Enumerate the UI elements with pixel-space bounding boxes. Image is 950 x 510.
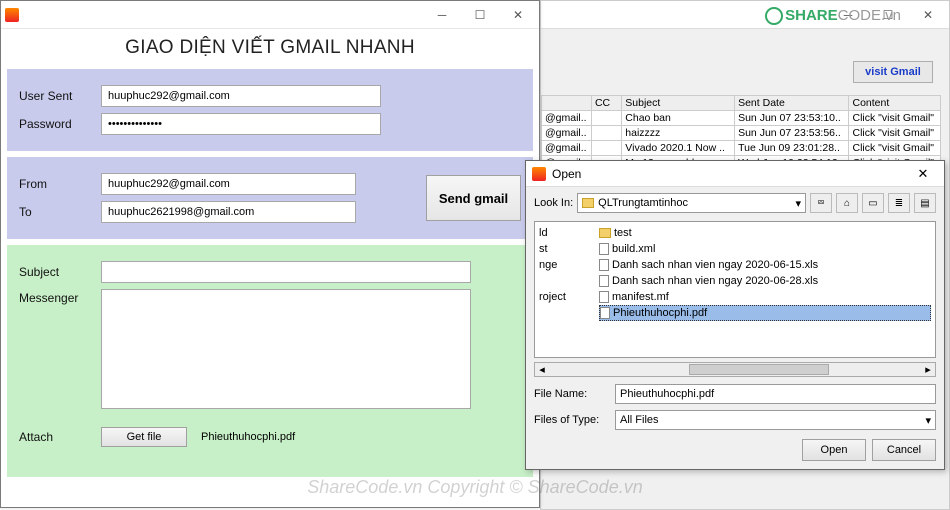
files-of-type-label: Files of Type: [534,414,609,426]
list-item[interactable]: st [539,241,591,257]
sharecode-logo: SHARECODE.vn [765,7,901,25]
cancel-button[interactable]: Cancel [872,439,936,461]
file-icon [599,243,609,255]
list-item[interactable] [539,273,591,289]
details-view-icon[interactable]: ▤ [914,193,936,213]
visit-gmail-button[interactable]: visit Gmail [853,61,933,83]
subject-label: Subject [19,265,101,279]
file-icon [599,275,609,287]
list-item[interactable]: nge [539,257,591,273]
file-name-input[interactable]: Phieuthuhocphi.pdf [615,384,936,404]
horizontal-scrollbar[interactable]: ◂▸ [534,362,936,377]
list-item[interactable]: build.xml [599,241,931,257]
list-item[interactable]: Danh sach nhan vien ngay 2020-06-28.xls [599,273,931,289]
get-file-button[interactable]: Get file [101,427,187,447]
file-icon [599,291,609,303]
to-label: To [19,205,101,219]
table-header: Sent Date [735,96,849,111]
chevron-down-icon: ▾ [925,414,931,427]
list-item[interactable]: test [599,225,931,241]
attach-label: Attach [19,430,101,444]
from-input[interactable] [101,173,356,195]
compose-titlebar: ─ ☐ ✕ [1,1,539,29]
up-folder-icon[interactable]: ⮹ [810,193,832,213]
password-input[interactable] [101,113,381,135]
new-folder-icon[interactable]: ▭ [862,193,884,213]
home-icon[interactable]: ⌂ [836,193,858,213]
look-in-value: QLTrungtamtinhoc [598,197,688,209]
user-sent-input[interactable] [101,85,381,107]
table-header: Subject [622,96,735,111]
chevron-down-icon: ▾ [795,197,801,210]
password-label: Password [19,117,101,131]
file-list-pane[interactable]: ldstngeroject testbuild.xmlDanh sach nha… [534,221,936,358]
folder-icon [599,228,611,238]
list-item[interactable]: ld [539,225,591,241]
list-item[interactable]: manifest.mf [599,289,931,305]
table-row[interactable]: @gmail..Chao banSun Jun 07 23:53:10..Cli… [542,111,941,126]
table-row[interactable]: @gmail..Vivado 2020.1 Now ..Tue Jun 09 2… [542,141,941,156]
open-file-dialog: Open ✕ Look In: QLTrungtamtinhoc ▾ ⮹ ⌂ ▭… [525,160,945,470]
auth-panel: User Sent Password [7,69,533,151]
to-input[interactable] [101,201,356,223]
file-icon [599,259,609,271]
look-in-select[interactable]: QLTrungtamtinhoc ▾ [577,193,806,213]
look-in-label: Look In: [534,197,573,209]
file-name-label: File Name: [534,388,609,400]
send-gmail-button[interactable]: Send gmail [426,175,521,221]
subject-input[interactable] [101,261,471,283]
table-header: Content [849,96,941,111]
compose-window: ─ ☐ ✕ GIAO DIỆN VIẾT GMAIL NHANH User Se… [0,0,540,508]
java-icon [5,8,19,22]
addr-panel: From To Send gmail [7,157,533,239]
messenger-label: Messenger [19,289,101,305]
close-icon[interactable]: ✕ [908,166,938,182]
table-header: CC [591,96,621,111]
list-view-icon[interactable]: ≣ [888,193,910,213]
java-icon [532,167,546,181]
file-icon [600,307,610,319]
from-label: From [19,177,101,191]
open-button[interactable]: Open [802,439,866,461]
app-title: GIAO DIỆN VIẾT GMAIL NHANH [1,29,539,69]
messenger-textarea[interactable] [101,289,471,409]
table-row[interactable]: @gmail..haizzzzSun Jun 07 23:53:56..Clic… [542,126,941,141]
open-dialog-titlebar: Open ✕ [526,161,944,187]
list-item[interactable]: roject [539,289,591,305]
list-item[interactable]: Danh sach nhan vien ngay 2020-06-15.xls [599,257,931,273]
content-panel: Subject Messenger Attach Get file Phieut… [7,245,533,477]
minimize-icon[interactable]: ─ [425,4,459,26]
open-dialog-title: Open [552,167,581,181]
user-sent-label: User Sent [19,89,101,103]
maximize-icon[interactable]: ☐ [463,4,497,26]
folder-icon [582,198,594,208]
close-icon[interactable]: ✕ [911,4,945,26]
files-of-type-select[interactable]: All Files ▾ [615,410,936,430]
list-item[interactable]: Phieuthuhocphi.pdf [599,305,931,321]
attach-file-name: Phieuthuhocphi.pdf [201,431,295,443]
close-icon[interactable]: ✕ [501,4,535,26]
